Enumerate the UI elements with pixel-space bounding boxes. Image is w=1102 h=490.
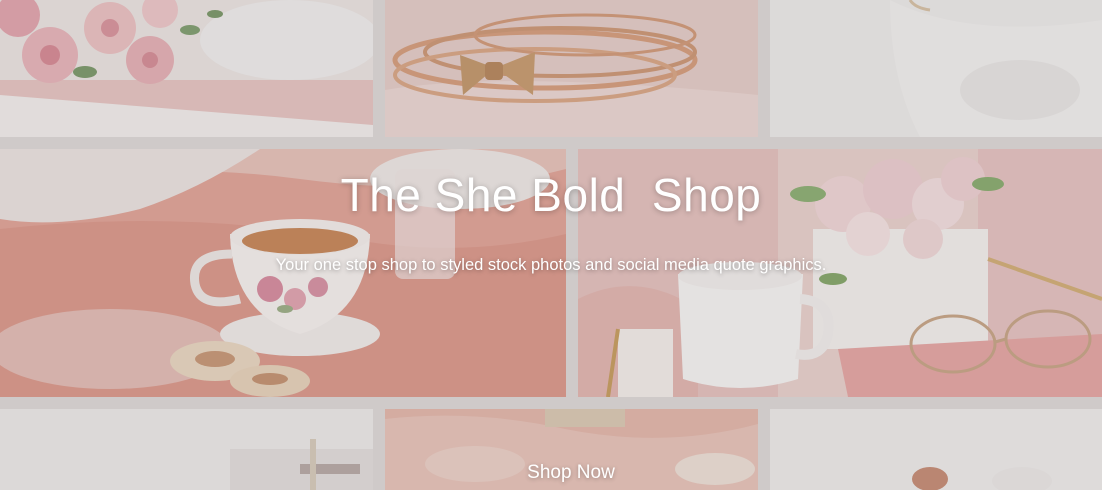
hero-title: The She Bold Shop — [340, 169, 762, 221]
image-dim-overlay — [0, 0, 1102, 490]
hero-subtitle: Your one stop shop to styled stock photo… — [275, 256, 827, 274]
hero-banner: The She Bold Shop Your one stop shop to … — [0, 0, 1102, 490]
shop-now-button[interactable]: Shop Now — [505, 458, 637, 488]
